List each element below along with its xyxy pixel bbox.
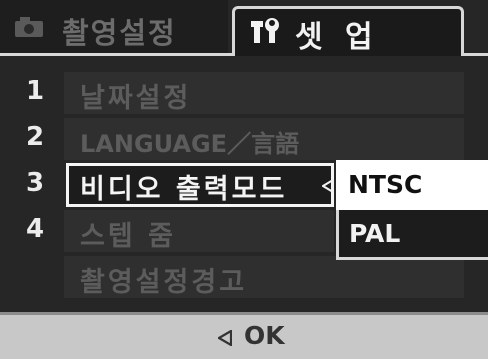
tab-label: 촬영설정 (62, 16, 177, 50)
row-label: LANGUAGE／言語 (80, 130, 300, 158)
tab-divider (0, 53, 232, 56)
tab-divider (464, 53, 488, 56)
option-label: NTSC (348, 170, 423, 199)
row-number: 2 (25, 122, 45, 152)
option-label: PAL (349, 219, 401, 248)
ok-label: OK (244, 321, 285, 350)
menu-item-date-settings[interactable]: 1 날짜설정 (0, 70, 488, 116)
camera-menu-screen: 촬영설정 셋 업 1 날짜설정 2 LANGUAGE／言語 3 비디오 출력모드… (0, 0, 488, 359)
row-label: 날짜설정 (80, 83, 192, 114)
menu-item-shooting-warning[interactable]: 촬영설정경고 (0, 254, 488, 300)
row-number: 4 (25, 214, 45, 244)
option-ntsc[interactable]: NTSC (336, 160, 488, 210)
tab-bar: 촬영설정 셋 업 (0, 0, 488, 56)
row-number: 1 (25, 76, 45, 106)
row-label: 스텝 줌 (80, 221, 176, 252)
camera-icon (14, 16, 44, 38)
option-pal[interactable]: PAL (336, 210, 488, 260)
video-output-options: NTSC PAL (336, 160, 488, 260)
left-arrow-icon (216, 329, 233, 347)
menu-item-language[interactable]: 2 LANGUAGE／言語 (0, 116, 488, 162)
selected-item-label: 비디오 출력모드 (80, 174, 288, 205)
tab-shooting-settings[interactable]: 촬영설정 (0, 0, 228, 56)
row-number: 3 (25, 168, 45, 198)
row-label: 촬영설정경고 (80, 267, 248, 298)
footer-bar: OK (0, 315, 488, 359)
wrench-icon (251, 17, 281, 47)
left-arrow-icon (321, 178, 334, 194)
tab-setup[interactable]: 셋 업 (232, 6, 464, 56)
tab-label: 셋 업 (295, 20, 379, 55)
